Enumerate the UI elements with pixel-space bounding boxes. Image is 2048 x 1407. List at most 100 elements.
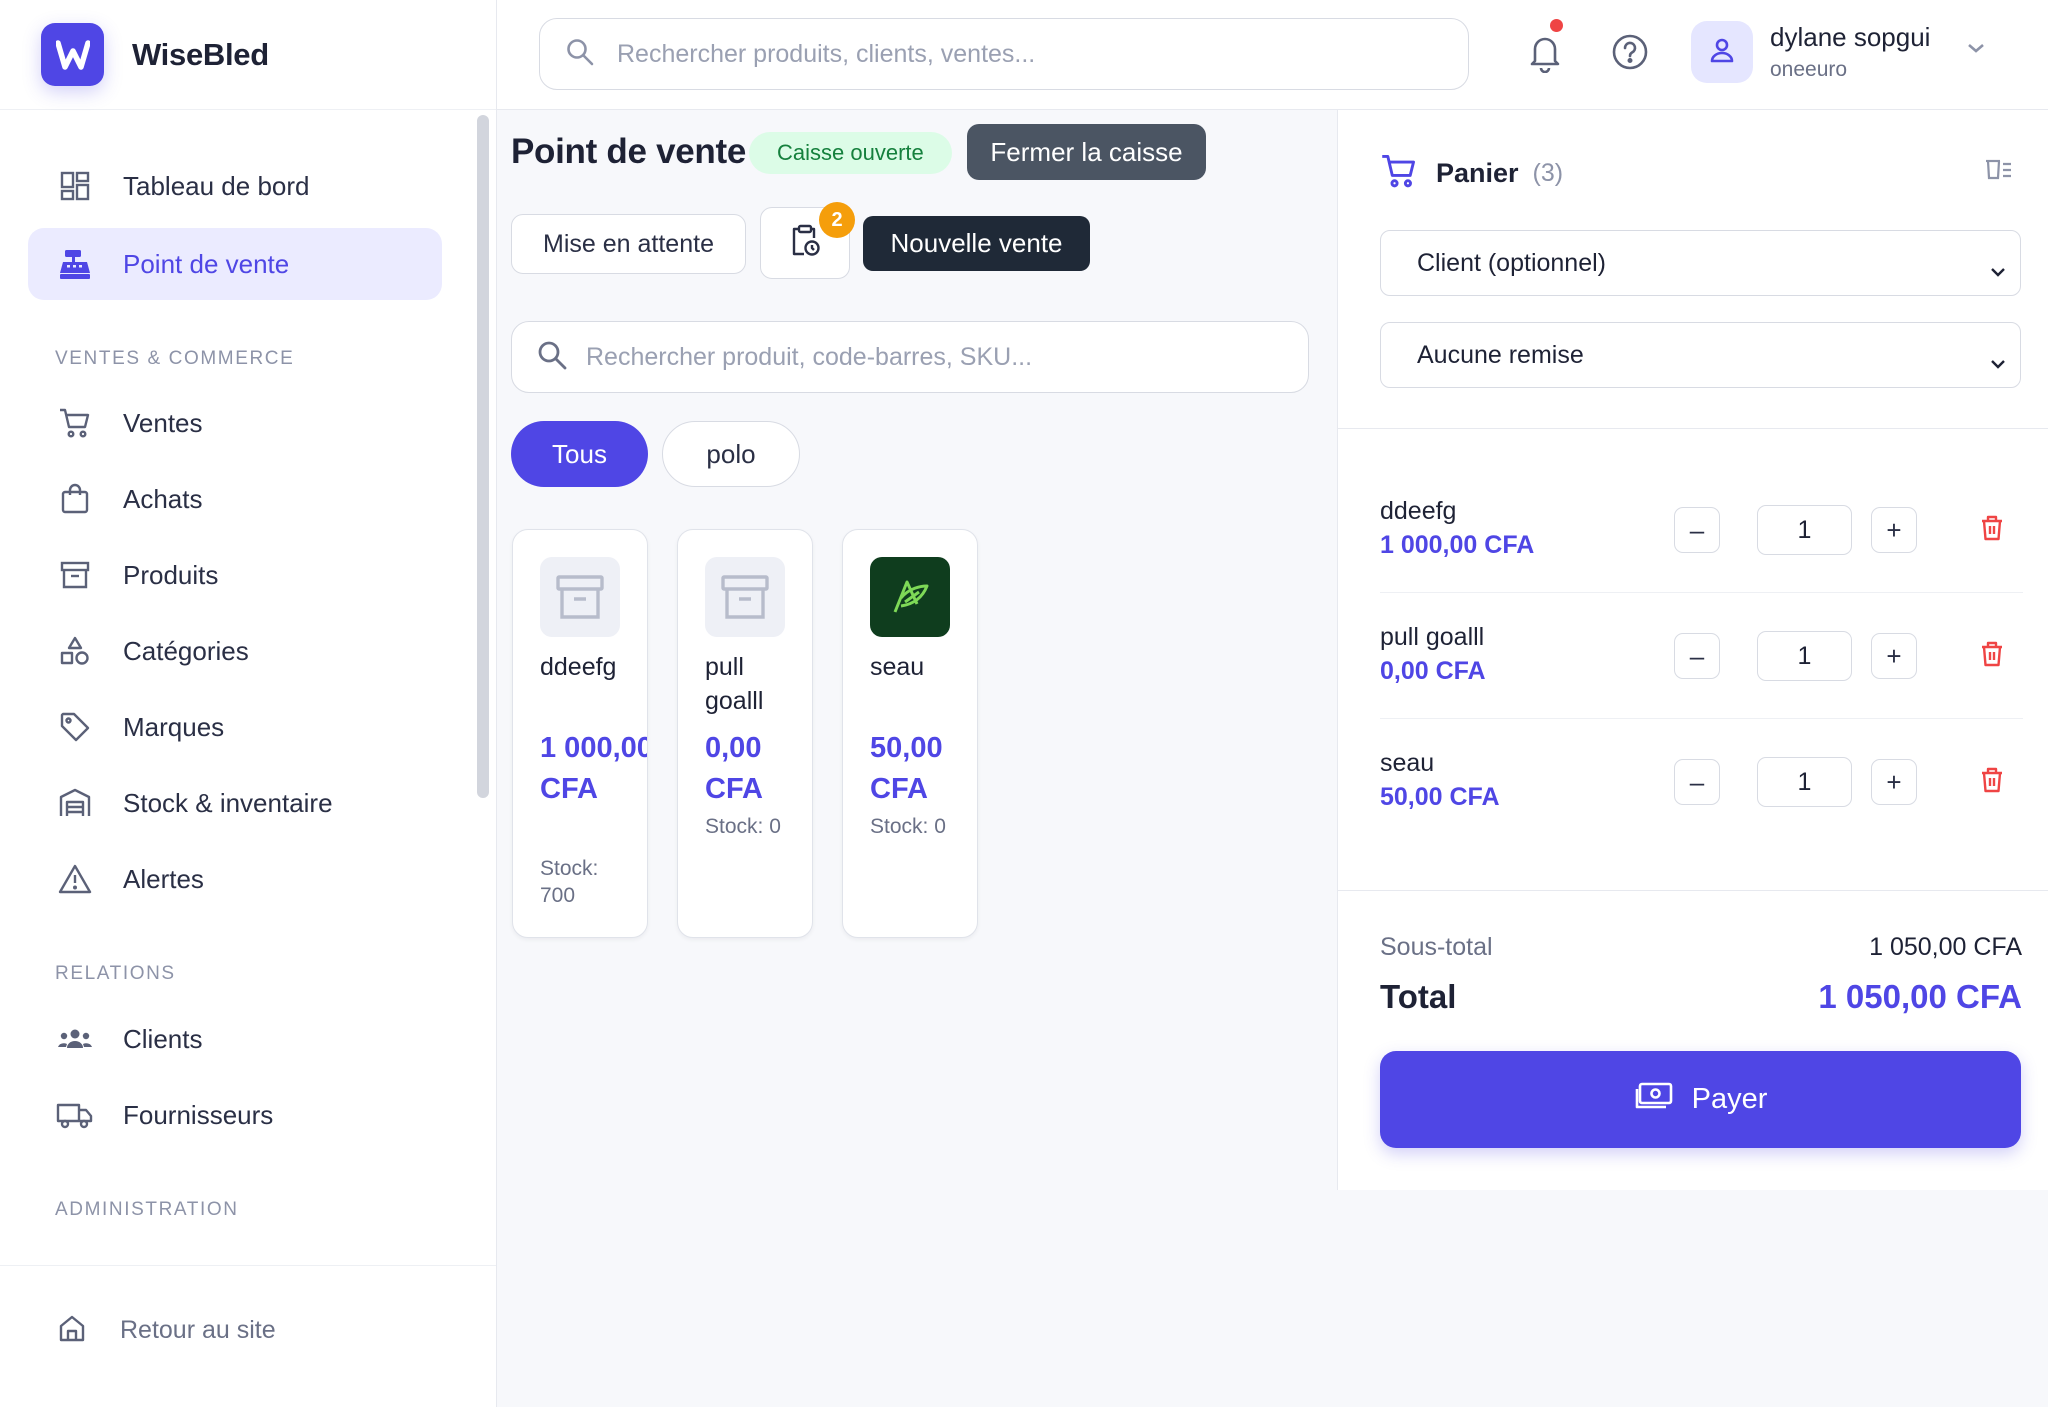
help-icon (1611, 34, 1649, 75)
decrease-qty-button[interactable]: – (1674, 633, 1720, 679)
user-info: dylane sopgui oneeuro (1770, 22, 1930, 82)
sidebar-item-label: Produits (123, 559, 219, 590)
notifications-button[interactable] (1527, 19, 1563, 78)
qty-input[interactable] (1757, 505, 1852, 555)
sidebar-item-label: Ventes (123, 407, 203, 438)
increase-qty-button[interactable]: + (1871, 759, 1917, 805)
close-register-button[interactable]: Fermer la caisse (967, 124, 1206, 180)
subtotal-value: 1 050,00 CFA (1869, 933, 2022, 961)
cart-line-price: 0,00 CFA (1380, 657, 1486, 685)
section-title-relations: RELATIONS (55, 963, 176, 984)
discount-select-value: Aucune remise (1417, 340, 1584, 369)
bell-icon (1527, 37, 1563, 77)
sidebar-item-fournisseurs[interactable]: Fournisseurs (28, 1079, 442, 1151)
client-select[interactable]: Client (optionnel) (1380, 230, 2021, 296)
cart-line: ddeefg 1 000,00 CFA – + (1380, 467, 2023, 593)
product-card[interactable]: ddeefg 1 000,00 CFA Stock: 700 (512, 529, 648, 938)
cart-line-name: seau (1380, 749, 1435, 777)
sidebar-item-label: Stock & inventaire (123, 787, 333, 818)
product-name: ddeefg (540, 653, 617, 681)
product-name: seau (870, 653, 925, 681)
pay-button[interactable]: Payer (1380, 1051, 2021, 1148)
filter-chip-tous[interactable]: Tous (511, 421, 648, 487)
sidebar-item-label: Fournisseurs (123, 1099, 274, 1130)
decrease-qty-button[interactable]: – (1674, 759, 1720, 805)
user-name: dylane sopgui (1770, 22, 1931, 52)
chevron-down-icon (1966, 41, 1986, 59)
cash-register-icon (55, 244, 95, 284)
sidebar-item-marques[interactable]: Marques (28, 691, 442, 763)
global-search[interactable] (539, 18, 1469, 90)
cash-icon (1634, 1081, 1674, 1119)
chevron-down-icon (1990, 256, 2006, 285)
decrease-qty-button[interactable]: – (1674, 507, 1720, 553)
brand[interactable]: WiseBled (0, 0, 496, 110)
cart-title: Panier (1436, 158, 1519, 188)
user-icon (1708, 36, 1736, 69)
product-card[interactable]: pull goalll 0,00 CFA Stock: 0 (677, 529, 813, 938)
cart-line-price: 50,00 CFA (1380, 783, 1500, 811)
sidebar-item-achats[interactable]: Achats (28, 463, 442, 535)
user-menu[interactable]: dylane sopgui oneeuro (1691, 21, 1986, 83)
sidebar-item-produits[interactable]: Produits (28, 539, 442, 611)
trash-icon[interactable] (1980, 767, 2004, 798)
box-placeholder-icon (540, 557, 620, 637)
sidebar-item-ventes[interactable]: Ventes (28, 387, 442, 459)
sidebar-item-label: Point de vente (123, 248, 290, 279)
sidebar-item-label: Achats (123, 483, 203, 514)
tag-icon (55, 707, 95, 747)
topbar: dylane sopgui oneeuro (497, 0, 2048, 110)
trash-icon[interactable] (1980, 641, 2004, 672)
sidebar-item-dashboard[interactable]: Tableau de bord (28, 150, 442, 222)
qty-input[interactable] (1757, 757, 1852, 807)
product-stock: Stock: 700 (540, 857, 599, 907)
product-search-input[interactable] (586, 342, 1286, 372)
sidebar-item-clients[interactable]: Clients (28, 1003, 442, 1075)
discount-select[interactable]: Aucune remise (1380, 322, 2021, 388)
cart-line: pull goalll 0,00 CFA – + (1380, 593, 2023, 719)
subtotal-label: Sous-total (1380, 933, 1493, 961)
increase-qty-button[interactable]: + (1871, 633, 1917, 679)
trash-icon[interactable] (1980, 515, 2004, 546)
cart-icon (55, 403, 95, 443)
sidebar-item-stock[interactable]: Stock & inventaire (28, 767, 442, 839)
new-sale-button[interactable]: Nouvelle vente (863, 216, 1090, 271)
chevron-down-icon (1990, 348, 2006, 377)
total-label: Total (1380, 978, 1457, 1015)
warehouse-icon (55, 783, 95, 823)
help-button[interactable] (1611, 33, 1649, 76)
clear-cart-button[interactable] (1983, 156, 2013, 187)
pay-button-label: Payer (1691, 1083, 1768, 1115)
shapes-icon (55, 631, 95, 671)
shopping-bag-icon (55, 479, 95, 519)
sidebar-nav: Tableau de bord Point de vente VENTES & … (0, 110, 478, 1265)
back-to-site-label: Retour au site (120, 1316, 276, 1344)
sidebar-item-alertes[interactable]: Alertes (28, 843, 442, 915)
clear-list-icon (1983, 159, 2013, 186)
product-stock: Stock: 0 (705, 815, 781, 838)
cart-icon (1380, 152, 1418, 195)
increase-qty-button[interactable]: + (1871, 507, 1917, 553)
qty-input[interactable] (1757, 631, 1852, 681)
cart-line-price: 1 000,00 CFA (1380, 531, 1535, 559)
cart-count: (3) (1532, 159, 1564, 187)
brand-name: WiseBled (132, 36, 269, 72)
cart-line-name: pull goalll (1380, 623, 1485, 651)
sidebar-scrollbar[interactable] (477, 115, 489, 798)
sidebar-item-label: Catégories (123, 635, 249, 666)
hold-sale-button[interactable]: Mise en attente (511, 214, 746, 274)
product-price: 1 000,00 CFA (540, 732, 648, 805)
notification-dot (1550, 19, 1563, 32)
cart-line: seau 50,00 CFA – + (1380, 719, 2023, 845)
sidebar-item-label: Marques (123, 711, 225, 742)
product-search[interactable] (511, 321, 1309, 393)
back-to-site-link[interactable]: Retour au site (57, 1313, 276, 1348)
sidebar-item-categories[interactable]: Catégories (28, 615, 442, 687)
product-card[interactable]: seau 50,00 CFA Stock: 0 (842, 529, 978, 938)
global-search-input[interactable] (617, 39, 1417, 69)
filter-chip-polo[interactable]: polo (662, 421, 800, 487)
search-icon (565, 37, 595, 72)
brand-logo (41, 23, 104, 86)
sidebar-item-point-de-vente[interactable]: Point de vente (28, 228, 442, 300)
sidebar: WiseBled Tableau de bord Point de vente … (0, 0, 497, 1407)
